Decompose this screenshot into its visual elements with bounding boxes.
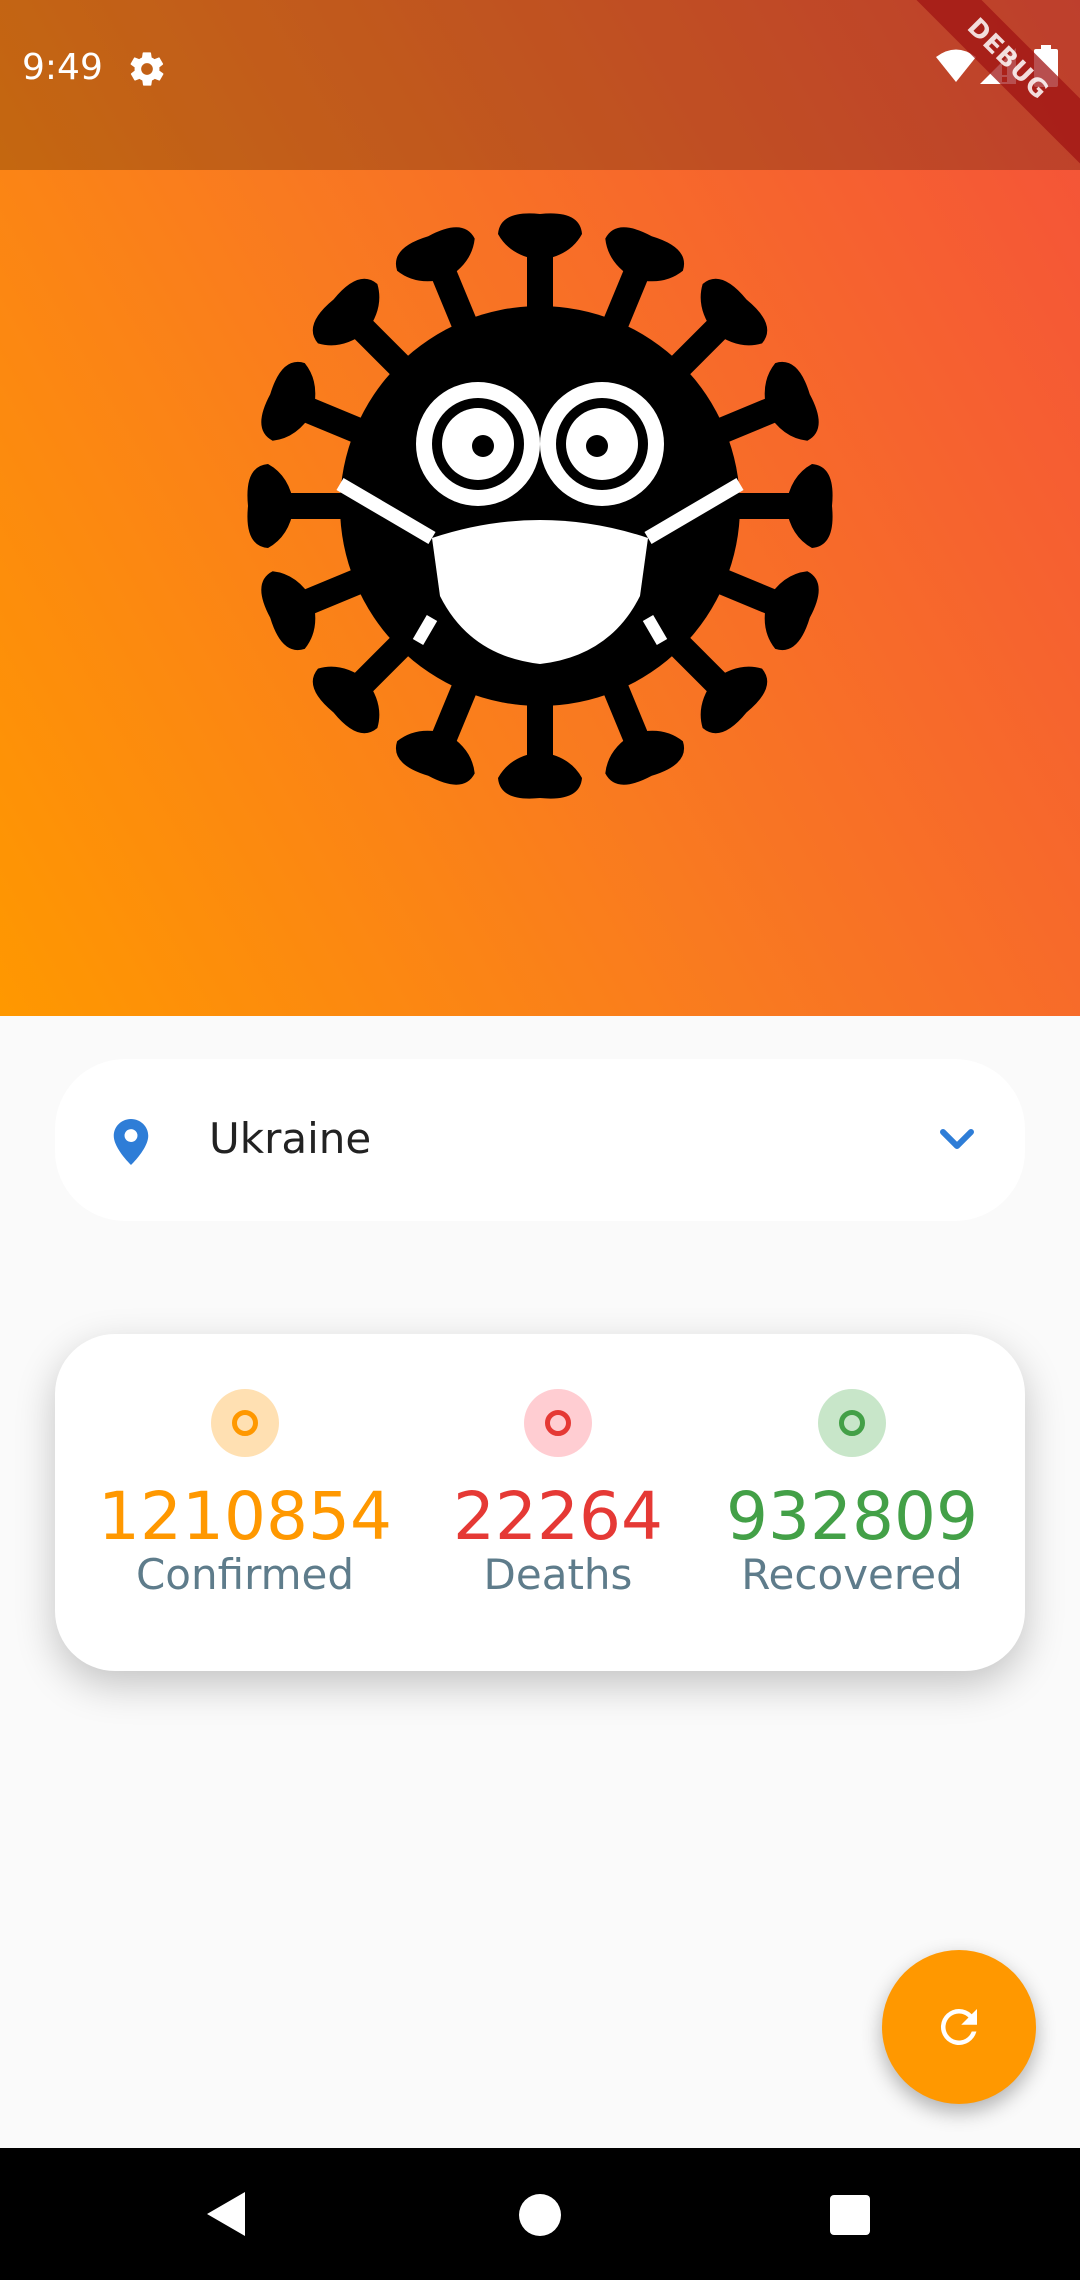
deaths-indicator-icon [524, 1389, 592, 1457]
settings-icon [130, 52, 164, 86]
deaths-label: Deaths [483, 1550, 633, 1599]
confirmed-label: Confirmed [135, 1550, 355, 1599]
recovered-indicator-icon [818, 1389, 886, 1457]
stat-recovered: 932809 Recovered [702, 1389, 1002, 1599]
header-banner: 9:49 DEBUG [0, 0, 1080, 1016]
confirmed-count: 1210854 [98, 1478, 392, 1555]
country-dropdown[interactable]: Ukraine [55, 1059, 1025, 1221]
confirmed-indicator-icon [211, 1389, 279, 1457]
stat-confirmed: 1210854 Confirmed [95, 1389, 395, 1599]
system-nav-bar [0, 2148, 1080, 2280]
location-pin-icon [113, 1119, 149, 1165]
home-icon[interactable] [519, 2194, 561, 2236]
status-bar: 9:49 [0, 0, 1080, 170]
stat-deaths: 22264 Deaths [408, 1389, 708, 1599]
back-icon[interactable] [205, 2190, 249, 2238]
selected-country: Ukraine [209, 1114, 372, 1163]
refresh-button[interactable] [882, 1950, 1036, 2104]
virus-mascot-image [247, 213, 833, 799]
status-time: 9:49 [22, 47, 103, 88]
refresh-icon [940, 2009, 977, 2045]
deaths-count: 22264 [453, 1478, 663, 1555]
recovered-label: Recovered [741, 1550, 963, 1599]
recovered-count: 932809 [726, 1478, 978, 1555]
stats-card: 1210854 Confirmed 22264 Deaths 932809 Re… [55, 1334, 1025, 1671]
chevron-down-icon[interactable] [939, 1126, 975, 1154]
recents-icon[interactable] [830, 2195, 870, 2235]
